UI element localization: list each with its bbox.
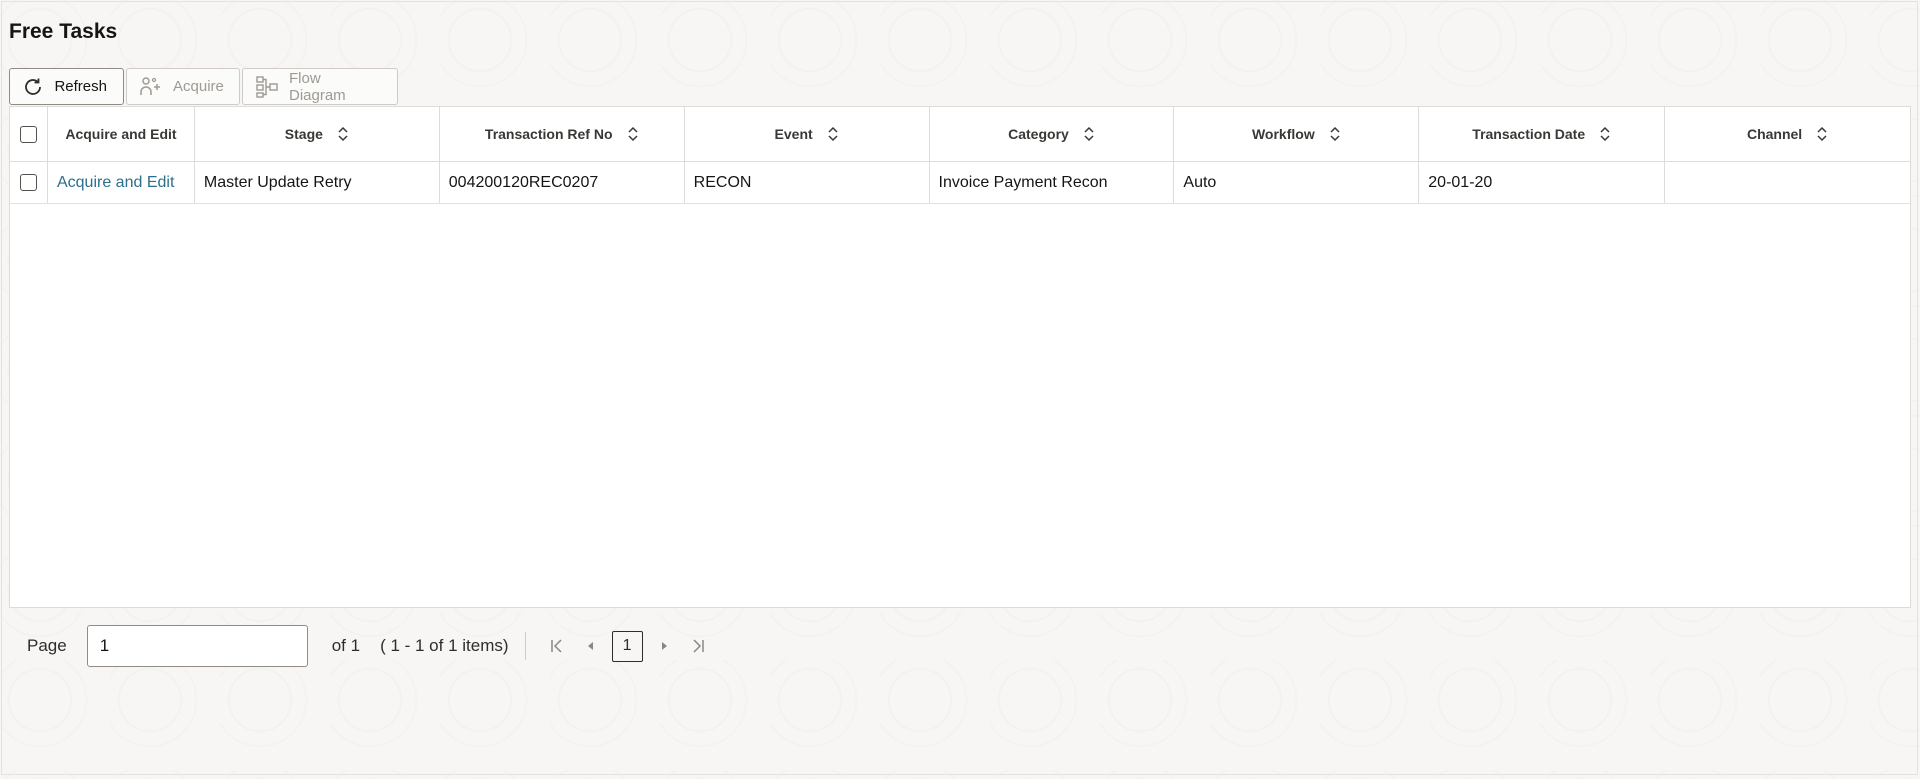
col-header-stage[interactable]: Stage [195, 107, 440, 161]
acquire-icon [139, 75, 163, 99]
cell-category: Invoice Payment Recon [930, 162, 1175, 203]
col-header-workflow[interactable]: Workflow [1174, 107, 1420, 161]
col-header-channel[interactable]: Channel [1665, 107, 1910, 161]
last-page-icon[interactable] [683, 631, 713, 661]
col-header-label: Transaction Ref No [484, 126, 613, 142]
toolbar: Refresh Acquire Flow Diagram [9, 68, 400, 105]
col-header-label: Transaction Date [1472, 126, 1586, 142]
next-page-icon[interactable] [649, 631, 679, 661]
flow-diagram-label: Flow Diagram [289, 69, 346, 104]
col-header-transaction-ref-no[interactable]: Transaction Ref No [440, 107, 685, 161]
acquire-button[interactable]: Acquire [126, 68, 240, 105]
refresh-label: Refresh [54, 78, 107, 95]
col-header-acquire-edit: Acquire and Edit [48, 107, 195, 161]
first-page-icon[interactable] [542, 631, 572, 661]
row-checkbox[interactable] [19, 174, 37, 191]
col-header-label: Category [1008, 126, 1069, 142]
flow-diagram-icon [255, 75, 279, 99]
cell-transaction-ref-no: 004200120REC0207 [440, 162, 685, 203]
page-label: Page [27, 636, 67, 655]
sort-icon[interactable] [1599, 126, 1611, 142]
sort-icon[interactable] [627, 126, 639, 142]
sort-icon[interactable] [1083, 126, 1095, 142]
col-header-label: Workflow [1251, 126, 1315, 142]
col-header-transaction-date[interactable]: Transaction Date [1419, 107, 1666, 161]
acquire-label: Acquire [173, 78, 224, 95]
col-header-category[interactable]: Category [930, 107, 1175, 161]
table-row[interactable]: Acquire and Edit Master Update Retry 004… [10, 162, 1910, 204]
col-header-label: Channel [1746, 126, 1803, 142]
sort-icon[interactable] [1816, 126, 1828, 142]
free-tasks-table: Acquire and Edit Stage Transaction Ref N… [9, 106, 1911, 608]
cell-channel [1665, 162, 1910, 203]
cell-acquire-edit: Acquire and Edit [48, 162, 195, 203]
cell-workflow: Auto [1174, 162, 1420, 203]
cell-transaction-date: 20-01-20 [1419, 162, 1666, 203]
refresh-icon [22, 75, 44, 99]
pagination: Page of 1 ( 1 - 1 of 1 items) 1 [27, 624, 715, 668]
prev-page-icon[interactable] [576, 631, 606, 661]
sort-icon[interactable] [827, 126, 839, 142]
col-header-label: Acquire and Edit [65, 126, 177, 142]
page-items-text: ( 1 - 1 of 1 items) [380, 636, 509, 655]
col-header-label: Event [774, 126, 813, 142]
flow-diagram-button[interactable]: Flow Diagram [242, 68, 398, 105]
select-all-cell [10, 107, 48, 161]
pager-divider [524, 632, 526, 660]
acquire-and-edit-link[interactable]: Acquire and Edit [57, 174, 174, 192]
page-number-input[interactable] [86, 625, 308, 667]
sort-icon[interactable] [1329, 126, 1341, 142]
page-of-text: of 1 [331, 636, 361, 655]
col-header-event[interactable]: Event [685, 107, 930, 161]
select-all-checkbox[interactable] [19, 125, 37, 143]
page-title: Free Tasks [9, 20, 118, 43]
current-page-button[interactable]: 1 [611, 630, 643, 662]
table-header: Acquire and Edit Stage Transaction Ref N… [10, 107, 1910, 162]
col-header-label: Stage [284, 126, 323, 142]
sort-icon[interactable] [337, 126, 349, 142]
cell-event: RECON [685, 162, 930, 203]
cell-stage: Master Update Retry [195, 162, 440, 203]
refresh-button[interactable]: Refresh [9, 68, 124, 105]
row-select-cell [10, 162, 48, 203]
